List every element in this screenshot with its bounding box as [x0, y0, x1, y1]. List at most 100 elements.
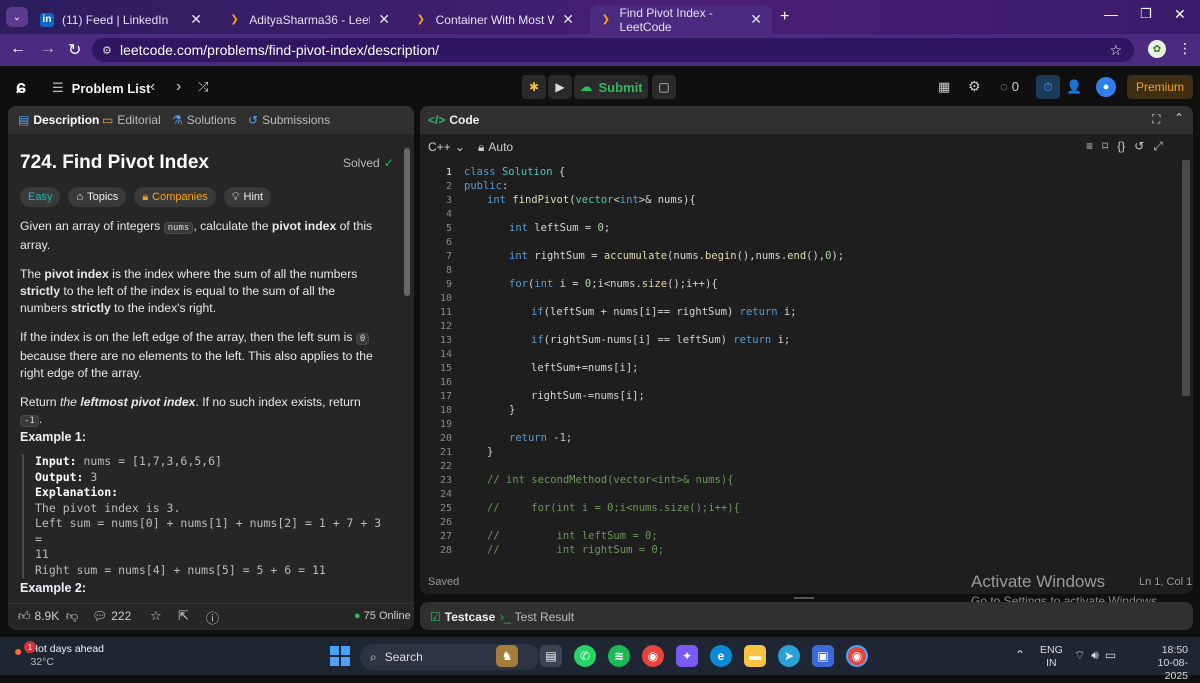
line-number: 16 — [439, 377, 452, 388]
next-problem-button[interactable]: › — [176, 78, 181, 96]
comments-button[interactable]: 💬︎ 222 — [92, 609, 131, 623]
address-bar[interactable]: ⚙ leetcode.com/problems/find-pivot-index… — [92, 38, 1134, 62]
reset-icon[interactable]: ↺ — [1134, 139, 1144, 154]
leetcode-icon: ❯ — [416, 14, 425, 25]
close-icon[interactable]: ✕ — [378, 11, 390, 28]
forward-button[interactable]: → — [40, 40, 56, 58]
companies-button[interactable]: 🔒︎ Companies — [134, 187, 216, 207]
tab-solutions[interactable]: ⚗ Solutions — [172, 113, 236, 127]
premium-button[interactable]: Premium — [1127, 75, 1193, 99]
search-icon: ⌕ — [370, 649, 377, 664]
weather-widget[interactable]: ● 1 Hot days ahead 32°C — [14, 641, 104, 669]
auto-mode[interactable]: 🔒︎ Auto — [478, 140, 513, 155]
paragraph-4: Return the leftmost pivot index. If no s… — [20, 395, 361, 427]
description-scrollbar[interactable] — [404, 148, 410, 296]
leetcode-logo-icon[interactable]: ɕ — [16, 77, 26, 98]
close-icon[interactable]: ✕ — [562, 11, 574, 28]
line-number: 11 — [439, 307, 452, 318]
restore-button[interactable]: ❐ — [1140, 6, 1152, 22]
close-icon[interactable]: ✕ — [190, 11, 202, 28]
hint-button[interactable]: 💡︎ Hint — [223, 187, 272, 207]
topics-button[interactable]: ⌂ Topics — [68, 187, 127, 207]
line-number: 27 — [439, 531, 452, 542]
thumbs-up-icon: 👍︎ — [18, 609, 31, 623]
layout-icon[interactable]: ▦ — [938, 79, 950, 95]
chrome-icon[interactable]: ◉ — [642, 645, 664, 667]
coins-counter[interactable]: ◌ 0 — [1000, 79, 1019, 94]
shuffle-icon[interactable]: ⤮ — [198, 79, 208, 95]
debug-button[interactable]: ✱ — [522, 75, 546, 99]
share-icon[interactable]: ⇱ — [178, 608, 189, 624]
clock[interactable]: 18:50 10-08-2025 — [1138, 644, 1188, 683]
task-view-icon[interactable]: ▤ — [540, 645, 562, 667]
lightbulb-icon: 💡︎ — [231, 190, 240, 203]
file-explorer-icon[interactable]: ▬ — [744, 645, 766, 667]
edge-icon[interactable]: e — [710, 645, 732, 667]
bookmark-star-icon[interactable]: ☆ — [1109, 42, 1122, 59]
whatsapp-icon[interactable]: ✆ — [574, 645, 596, 667]
tab-linkedin[interactable]: in (11) Feed | LinkedIn ✕ — [30, 5, 212, 34]
collapse-icon[interactable]: ⌃ — [1174, 111, 1184, 125]
system-tray-icons[interactable]: ⌔ 🔊︎ ▭ — [1074, 648, 1116, 663]
telegram-icon[interactable]: ➤ — [778, 645, 800, 667]
tray-overflow-icon[interactable]: ⌃ — [1015, 648, 1025, 662]
resize-handle[interactable] — [794, 597, 814, 599]
settings-gear-icon[interactable]: ⚙ — [968, 78, 981, 95]
profile-avatar[interactable]: ✿ — [1148, 40, 1166, 58]
spotify-icon[interactable]: ≋ — [608, 645, 630, 667]
tab-container[interactable]: ❯ Container With Most Water - Le ✕ — [404, 5, 584, 34]
tab-find-pivot[interactable]: ❯ Find Pivot Index - LeetCode ✕ — [590, 5, 772, 34]
activate-windows-title: Activate Windows — [971, 572, 1106, 591]
tab-test-result[interactable]: ›_ Test Result — [500, 610, 574, 624]
language-select[interactable]: C++ ⌄ — [428, 140, 465, 154]
tab-submissions[interactable]: ↺ Submissions — [248, 113, 330, 127]
close-icon[interactable]: ✕ — [750, 11, 762, 28]
braces-icon[interactable]: {} — [1117, 139, 1125, 154]
lion-app-icon[interactable]: ♞ — [496, 645, 518, 667]
like-button[interactable]: 👍︎ 8.9K — [18, 609, 59, 624]
copilot-icon[interactable]: ✦ — [676, 645, 698, 667]
new-tab-button[interactable]: + — [780, 8, 789, 26]
run-button[interactable]: ▶ — [548, 75, 572, 99]
favorite-star-icon[interactable]: ☆ — [150, 608, 162, 624]
back-button[interactable]: ← — [10, 40, 26, 58]
line-number: 6 — [445, 237, 452, 248]
thumbs-down-icon[interactable]: 👎︎ — [66, 609, 78, 624]
tab-editorial[interactable]: ▭ Editorial — [102, 113, 161, 127]
example-2-title: Example 2: — [20, 581, 87, 595]
code-panel — [420, 106, 1193, 594]
format-icon[interactable]: ≡ — [1086, 139, 1093, 154]
tab-testcase[interactable]: ☑ Testcase — [430, 610, 495, 624]
expand-icon[interactable]: ⤢ — [1153, 139, 1163, 154]
battery-icon: ▭ — [1104, 648, 1117, 662]
reload-button[interactable]: ↻ — [68, 40, 81, 60]
line-number: 8 — [445, 265, 452, 276]
problem-list-button[interactable]: ☰ Problem List — [52, 80, 150, 96]
example-1-block: Input: nums = [1,7,3,6,5,6] Output: 3 Ex… — [22, 454, 392, 578]
language-indicator[interactable]: ENG IN — [1040, 644, 1063, 670]
line-number: 3 — [445, 195, 452, 206]
store-icon[interactable]: ▣ — [812, 645, 834, 667]
bookmark-icon[interactable]: ⌑ — [1102, 139, 1108, 154]
tab-profile[interactable]: ❯ AdityaSharma36 - LeetCode Pro ✕ — [218, 5, 400, 34]
tab-search-button[interactable]: ⌄ — [6, 7, 28, 27]
tab-description[interactable]: ▤ Description — [18, 113, 99, 127]
chrome-profile-icon[interactable]: ◉ — [846, 645, 868, 667]
user-avatar[interactable]: ● — [1096, 77, 1116, 97]
check-circle-icon: ✓ — [383, 156, 394, 170]
prev-problem-button[interactable]: ‹ — [150, 78, 155, 96]
code-tab[interactable]: </> Code — [428, 113, 479, 127]
notes-button[interactable]: ▢ — [652, 75, 676, 99]
submit-button[interactable]: ☁ Submit — [574, 75, 648, 99]
browser-menu-icon[interactable]: ⋮ — [1178, 40, 1192, 57]
minimize-button[interactable]: — — [1104, 6, 1118, 22]
add-user-icon[interactable]: 👤 — [1066, 79, 1082, 95]
maximize-icon[interactable]: ⛶ — [1152, 112, 1160, 127]
line-number: 25 — [439, 503, 452, 514]
help-icon[interactable]: ⓘ — [206, 608, 219, 627]
window-close-button[interactable]: ✕ — [1174, 6, 1186, 23]
code-scrollbar[interactable] — [1182, 160, 1190, 396]
timer-button[interactable]: ⏱ — [1036, 75, 1060, 99]
site-info-icon[interactable]: ⚙ — [102, 44, 112, 57]
start-button[interactable] — [330, 646, 350, 666]
